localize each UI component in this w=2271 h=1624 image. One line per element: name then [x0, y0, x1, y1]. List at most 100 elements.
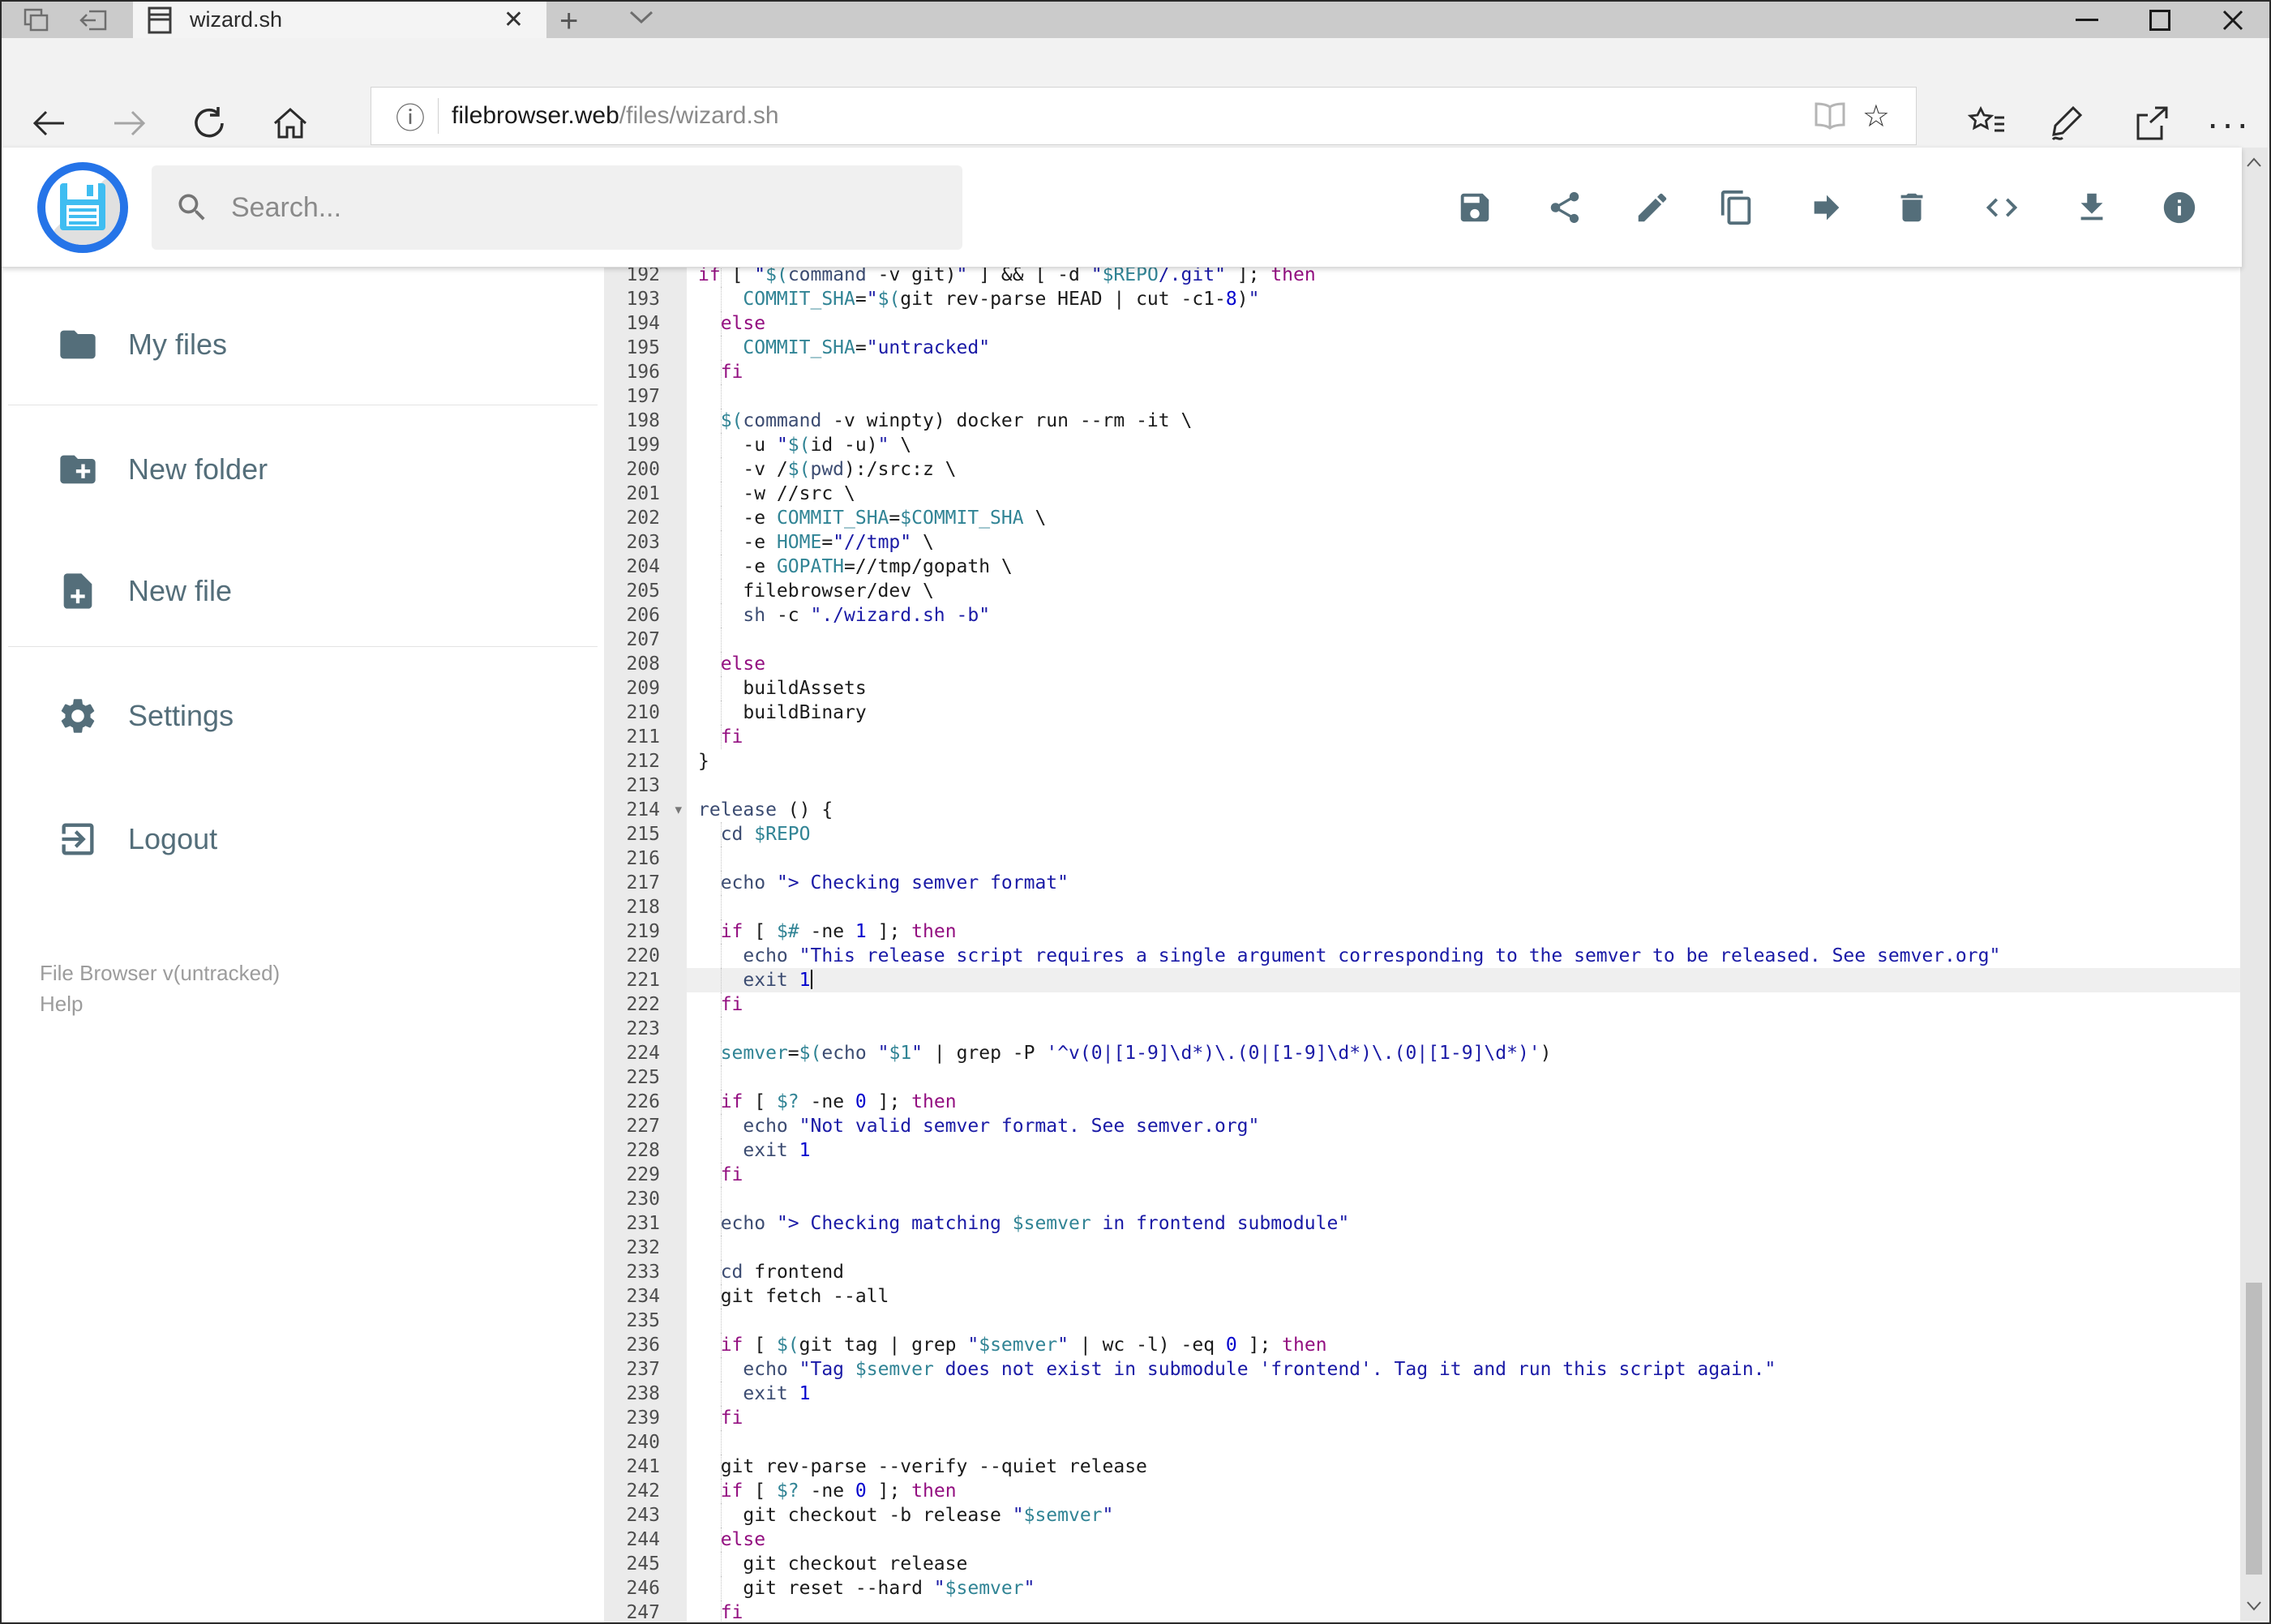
code-line: 202 -e COMMIT_SHA=$COMMIT_SHA \ — [604, 506, 2242, 530]
search-input[interactable]: Search... — [152, 165, 962, 250]
site-info-icon[interactable]: ⓘ — [383, 95, 438, 137]
filebrowser-logo-icon — [37, 162, 128, 253]
line-number: 203 — [604, 530, 687, 555]
code-line: 192 if [ "$(command -v git)" ] && [ -d "$… — [604, 268, 2242, 287]
minimize-button[interactable] — [2050, 2, 2123, 38]
line-number: 193 — [604, 287, 687, 311]
line-number: 218 — [604, 895, 687, 919]
tab-close-icon[interactable]: ✕ — [495, 6, 532, 34]
web-notes-pen-icon[interactable] — [2048, 105, 2085, 142]
share-icon[interactable] — [2132, 105, 2170, 142]
line-number: 208 — [604, 652, 687, 676]
url-bar[interactable]: ⓘ filebrowser.web/files/wizard.sh ☆ — [371, 87, 1917, 145]
share-file-button[interactable] — [1536, 178, 1594, 237]
line-number: 217 — [604, 871, 687, 895]
line-number: 246 — [604, 1576, 687, 1600]
move-button[interactable] — [1798, 178, 1856, 237]
back-icon[interactable] — [30, 107, 67, 139]
code-line: 195 COMMIT_SHA="untracked" — [604, 336, 2242, 360]
maximize-button[interactable] — [2123, 2, 2196, 38]
home-icon[interactable] — [272, 105, 309, 141]
save-button[interactable] — [1446, 178, 1504, 237]
sidebar-item-settings[interactable]: Settings — [2, 671, 604, 761]
browser-window: wizard.sh ✕ + ⓘ filebrowser.web/files/wi… — [0, 0, 2271, 1624]
sidebar: My files New folder New file Settings Lo… — [2, 268, 604, 1622]
code-editor[interactable]: 192 if [ "$(command -v git)" ] && [ -d "$… — [604, 268, 2242, 1622]
forward-icon[interactable] — [111, 107, 148, 139]
edit-button[interactable] — [1623, 178, 1682, 237]
code-line: 198 $(command -v winpty) docker run --rm… — [604, 409, 2242, 433]
scrollbar-thumb[interactable] — [2246, 1283, 2262, 1575]
browser-tab[interactable]: wizard.sh ✕ — [133, 2, 546, 38]
browser-titlebar: wizard.sh ✕ + — [2, 2, 2269, 40]
line-number: 233 — [604, 1260, 687, 1284]
scroll-down-icon[interactable] — [2240, 1592, 2268, 1621]
line-number: 215 — [604, 822, 687, 846]
code-line: 223 — [604, 1017, 2242, 1041]
line-number: 235 — [604, 1309, 687, 1333]
scroll-up-icon[interactable] — [2240, 148, 2268, 177]
line-number: 211 — [604, 725, 687, 749]
info-button[interactable] — [2150, 178, 2209, 237]
code-line: 203 -e HOME="//tmp" \ — [604, 530, 2242, 555]
line-number: 241 — [604, 1455, 687, 1479]
line-number: 200 — [604, 457, 687, 482]
line-number: 236 — [604, 1333, 687, 1357]
line-number: 227 — [604, 1114, 687, 1138]
code-line: 214 ▾ release () { — [604, 798, 2242, 822]
line-number: 237 — [604, 1357, 687, 1382]
line-number: 221 — [604, 968, 687, 992]
code-line: 199 -u "$(id -u)" \ — [604, 433, 2242, 457]
folder-icon — [60, 330, 96, 359]
line-number: 238 — [604, 1382, 687, 1406]
download-button[interactable] — [2063, 178, 2121, 237]
code-line: 206 sh -c "./wizard.sh -b" — [604, 603, 2242, 628]
line-number: 244 — [604, 1528, 687, 1552]
code-line: 247 fi — [604, 1600, 2242, 1622]
copy-button[interactable] — [1708, 178, 1766, 237]
code-line: 201 -w //src \ — [604, 482, 2242, 506]
sidebar-item-label: New file — [128, 574, 233, 607]
line-number: 219 — [604, 919, 687, 944]
url-separator — [438, 98, 439, 134]
help-link[interactable]: Help — [40, 989, 83, 1018]
line-number: 198 — [604, 409, 687, 433]
code-line: 227 echo "Not valid semver format. See s… — [604, 1114, 2242, 1138]
favorite-star-icon[interactable]: ☆ — [1848, 98, 1905, 134]
sidebar-item-new-folder[interactable]: New folder — [2, 425, 604, 514]
code-line: 239 fi — [604, 1406, 2242, 1430]
more-menu-icon[interactable]: ··· — [2207, 101, 2252, 145]
tab-preview-icon[interactable] — [73, 6, 115, 34]
code-line: 228 exit 1 — [604, 1138, 2242, 1163]
search-placeholder: Search... — [231, 191, 342, 223]
new-tab-button[interactable]: + — [559, 3, 578, 40]
set-tabs-aside-icon[interactable] — [16, 6, 58, 34]
code-line: 230 — [604, 1187, 2242, 1211]
sidebar-divider — [8, 646, 598, 647]
code-line: 218 — [604, 895, 2242, 919]
delete-button[interactable] — [1883, 178, 1941, 237]
sidebar-item-my-files[interactable]: My files — [2, 300, 604, 389]
code-line: 235 — [604, 1309, 2242, 1333]
sidebar-item-logout[interactable]: Logout — [2, 795, 604, 884]
code-view-button[interactable] — [1973, 178, 2031, 237]
code-line: 236 if [ $(git tag | grep "$semver" | wc… — [604, 1333, 2242, 1357]
app-version-text: File Browser v(untracked) — [40, 961, 281, 985]
code-line: 244 else — [604, 1528, 2242, 1552]
tab-list-chevron-icon[interactable] — [628, 8, 655, 26]
code-line: 226 if [ $? -ne 0 ]; then — [604, 1090, 2242, 1114]
hub-favorites-icon[interactable] — [1968, 106, 2007, 140]
page-icon — [148, 6, 172, 33]
page-scrollbar[interactable] — [2240, 148, 2268, 1621]
search-icon — [178, 194, 205, 221]
code-line: 211 fi — [604, 725, 2242, 749]
line-number: 230 — [604, 1187, 687, 1211]
sidebar-item-new-file[interactable]: New file — [2, 546, 604, 636]
code-line: 216 — [604, 846, 2242, 871]
close-button[interactable] — [2196, 2, 2269, 38]
code-line: 225 — [604, 1065, 2242, 1090]
url-text[interactable]: filebrowser.web/files/wizard.sh — [452, 102, 1812, 130]
refresh-icon[interactable] — [191, 105, 227, 141]
line-number: 228 — [604, 1138, 687, 1163]
fold-arrow-icon[interactable]: ▾ — [675, 798, 682, 822]
